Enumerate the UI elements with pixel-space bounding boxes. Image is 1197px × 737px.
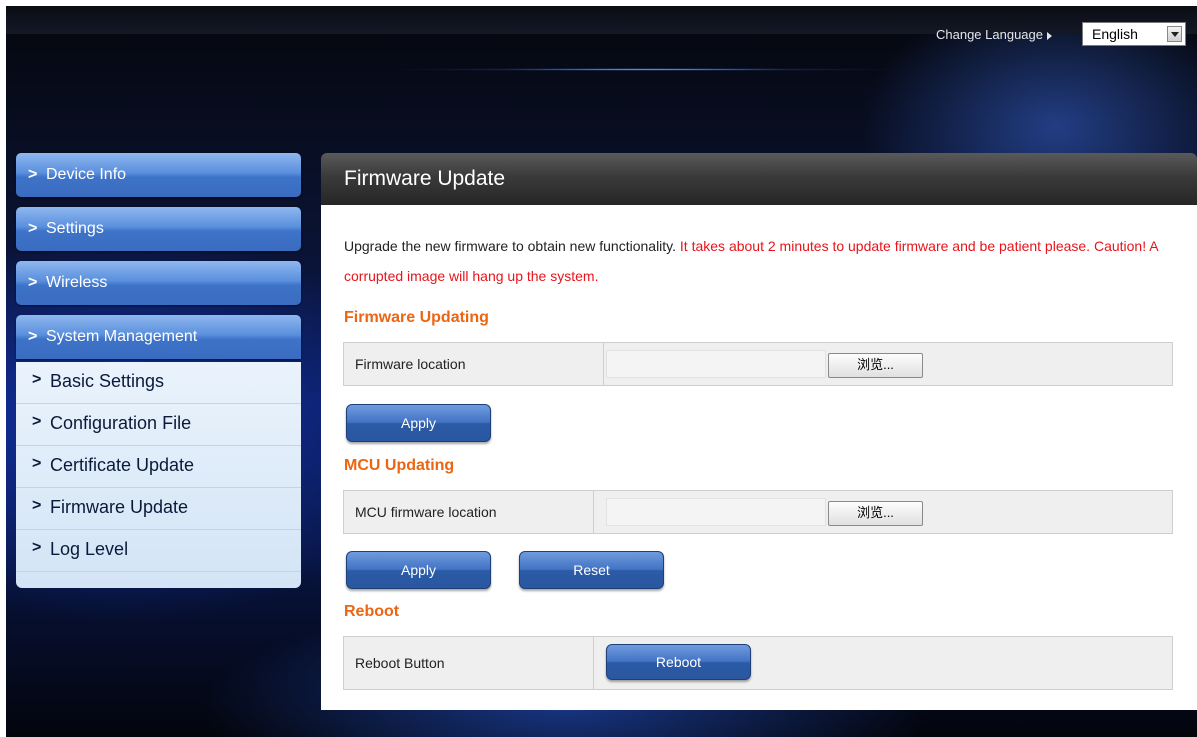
chevron-right-icon: >	[32, 455, 42, 472]
chevron-right-icon: >	[32, 371, 42, 388]
main-content: Upgrade the new firmware to obtain new f…	[321, 205, 1197, 710]
submenu-item-configuration-file[interactable]: > Configuration File	[16, 404, 301, 446]
submenu-item-label: Basic Settings	[50, 371, 165, 391]
submenu-item-log-level[interactable]: > Log Level	[16, 530, 301, 572]
intro-text: Upgrade the new firmware to obtain new f…	[344, 231, 1179, 291]
chevron-right-icon: >	[28, 274, 38, 291]
firmware-location-label: Firmware location	[344, 343, 604, 385]
firmware-file-input[interactable]	[606, 350, 826, 378]
reboot-button[interactable]: Reboot	[606, 644, 751, 680]
chevron-right-icon: >	[28, 166, 38, 183]
page-background: Change Language English > Device Info > …	[6, 6, 1197, 737]
page-title: Firmware Update	[344, 167, 506, 190]
main-header: Firmware Update	[321, 153, 1197, 205]
chevron-right-icon: >	[32, 539, 42, 556]
mcu-firmware-location-label: MCU firmware location	[344, 491, 594, 533]
sidebar-item-wireless[interactable]: > Wireless	[16, 261, 301, 305]
chevron-right-icon: >	[28, 220, 38, 237]
chevron-right-icon: >	[32, 497, 42, 514]
decorative-glow	[386, 68, 906, 71]
sidebar-item-device-info[interactable]: > Device Info	[16, 153, 301, 197]
intro-normal: Upgrade the new firmware to obtain new f…	[344, 238, 677, 254]
sidebar-item-label: Settings	[46, 220, 104, 237]
sidebar-item-system-management[interactable]: > System Management	[16, 315, 301, 359]
triangle-right-icon	[1047, 31, 1052, 40]
language-select[interactable]: English	[1082, 22, 1186, 46]
firmware-browse-button[interactable]: 浏览...	[828, 353, 923, 378]
firmware-apply-button[interactable]: Apply	[346, 404, 491, 442]
section-title-firmware-updating: Firmware Updating	[344, 309, 489, 326]
change-language-text: Change Language	[936, 27, 1043, 42]
reboot-label: Reboot Button	[344, 637, 594, 689]
submenu-item-label: Log Level	[50, 539, 129, 559]
submenu-item-basic-settings[interactable]: > Basic Settings	[16, 362, 301, 404]
firmware-location-row: Firmware location 浏览...	[343, 342, 1173, 386]
mcu-file-input[interactable]	[606, 498, 826, 526]
mcu-apply-button[interactable]: Apply	[346, 551, 491, 589]
submenu-item-certificate-update[interactable]: > Certificate Update	[16, 446, 301, 488]
change-language-label: Change Language	[936, 27, 1052, 42]
sidebar-item-label: Wireless	[46, 274, 108, 291]
submenu-item-firmware-update[interactable]: > Firmware Update	[16, 488, 301, 530]
language-select-value: English	[1092, 26, 1138, 42]
section-title-mcu-updating: MCU Updating	[344, 457, 455, 474]
mcu-reset-button[interactable]: Reset	[519, 551, 664, 589]
chevron-down-icon[interactable]	[1167, 26, 1182, 42]
mcu-firmware-location-row: MCU firmware location 浏览...	[343, 490, 1173, 534]
sidebar-item-settings[interactable]: > Settings	[16, 207, 301, 251]
sidebar-item-label: Device Info	[46, 166, 127, 183]
chevron-right-icon: >	[32, 413, 42, 430]
mcu-browse-button[interactable]: 浏览...	[828, 501, 923, 526]
submenu-item-label: Configuration File	[50, 413, 192, 433]
sidebar-submenu: > Basic Settings > Configuration File > …	[16, 362, 301, 588]
sidebar-item-label: System Management	[46, 328, 198, 345]
section-title-reboot: Reboot	[344, 603, 400, 620]
reboot-row: Reboot Button Reboot	[343, 636, 1173, 690]
submenu-item-label: Firmware Update	[50, 497, 189, 517]
submenu-item-label: Certificate Update	[50, 455, 195, 475]
chevron-right-icon: >	[28, 328, 38, 345]
